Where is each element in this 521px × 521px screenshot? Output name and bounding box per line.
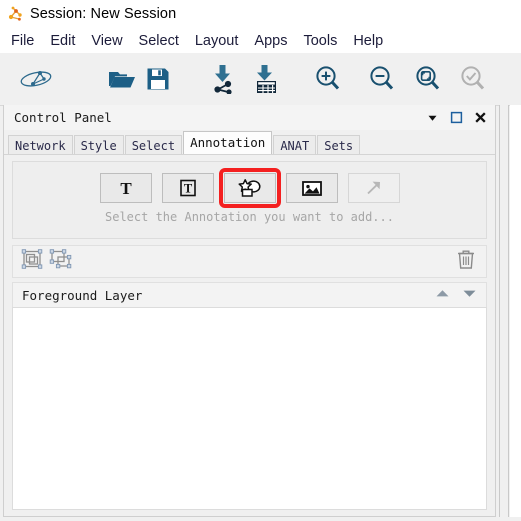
tab-anat[interactable]: ANAT <box>273 135 317 154</box>
menu-bar: File Edit View Select Layout Apps Tools … <box>0 28 521 53</box>
network-view-pane <box>510 105 521 517</box>
tab-style[interactable]: Style <box>73 135 124 154</box>
zoom-out-icon[interactable] <box>364 61 400 97</box>
import-table-icon[interactable] <box>248 61 284 97</box>
new-network-icon[interactable] <box>18 61 54 97</box>
fit-selected-icon[interactable] <box>455 61 491 97</box>
title-bar: Session: New Session <box>0 0 521 28</box>
add-bounded-text-annotation-button[interactable]: T <box>161 173 214 203</box>
add-arrow-annotation-button[interactable] <box>347 173 400 203</box>
menu-layout[interactable]: Layout <box>187 31 247 51</box>
menu-tools[interactable]: Tools <box>295 31 345 51</box>
add-shape-annotation-button[interactable] <box>218 168 281 208</box>
import-network-icon[interactable] <box>206 61 242 97</box>
tab-select[interactable]: Select <box>124 135 183 154</box>
tab-network[interactable]: Network <box>8 135 73 154</box>
annotation-layer-toolbar <box>12 245 487 278</box>
control-panel: Control Panel Network Style Select Annot… <box>3 105 496 517</box>
move-down-arrow-icon[interactable] <box>462 286 477 304</box>
add-image-annotation-button[interactable] <box>285 173 338 203</box>
panel-menu-chevron-icon[interactable] <box>425 110 440 125</box>
trash-icon[interactable] <box>456 249 476 275</box>
svg-text:T: T <box>120 179 132 198</box>
panel-splitter-edge <box>508 105 509 517</box>
annotation-hint-text: Select the Annotation you want to add... <box>105 210 394 224</box>
panel-splitter-gap <box>499 105 508 517</box>
panel-close-icon[interactable] <box>473 110 488 125</box>
menu-help[interactable]: Help <box>345 31 391 51</box>
panel-splitter[interactable] <box>499 105 500 517</box>
annotation-tab-panel: T T Select the Annotation you want to ad… <box>4 154 495 516</box>
panel-float-icon[interactable] <box>449 110 464 125</box>
menu-file[interactable]: File <box>3 31 42 51</box>
menu-select[interactable]: Select <box>131 31 187 51</box>
menu-apps[interactable]: Apps <box>246 31 295 51</box>
save-floppy-icon[interactable] <box>140 61 176 97</box>
annotation-layer-name: Foreground Layer <box>22 287 143 303</box>
annotation-layer-header: Foreground Layer <box>12 282 487 307</box>
tab-sets[interactable]: Sets <box>317 135 361 154</box>
ungroup-icon[interactable] <box>49 249 73 274</box>
zoom-in-icon[interactable] <box>310 61 346 97</box>
fit-network-icon[interactable] <box>410 61 446 97</box>
control-panel-title: Control Panel <box>14 110 112 125</box>
annotation-type-buttons: T T <box>13 168 486 208</box>
control-panel-window-controls <box>425 105 488 130</box>
annotation-list[interactable] <box>12 307 487 510</box>
annotation-layer-order-controls <box>435 286 477 304</box>
main-toolbar <box>0 53 521 106</box>
open-folder-icon[interactable] <box>104 61 140 97</box>
cytoscape-logo-icon <box>7 6 23 22</box>
application-window: Session: New Session File Edit View Sele… <box>0 0 521 521</box>
menu-view[interactable]: View <box>83 31 130 51</box>
add-annotation-box: T T Select the Annotation you want to ad… <box>12 161 487 239</box>
group-icon[interactable] <box>21 249 43 274</box>
window-title: Session: New Session <box>30 6 177 22</box>
annotation-group-tools <box>21 249 73 274</box>
control-panel-tabs: Network Style Select Annotation ANAT Set… <box>4 130 495 154</box>
svg-text:T: T <box>183 182 192 196</box>
menu-edit[interactable]: Edit <box>42 31 83 51</box>
control-panel-header: Control Panel <box>4 105 495 130</box>
move-up-arrow-icon[interactable] <box>435 286 450 304</box>
tab-annotation[interactable]: Annotation <box>183 131 273 154</box>
annotation-delete-tool <box>456 249 476 275</box>
add-text-annotation-button[interactable]: T <box>99 173 152 203</box>
